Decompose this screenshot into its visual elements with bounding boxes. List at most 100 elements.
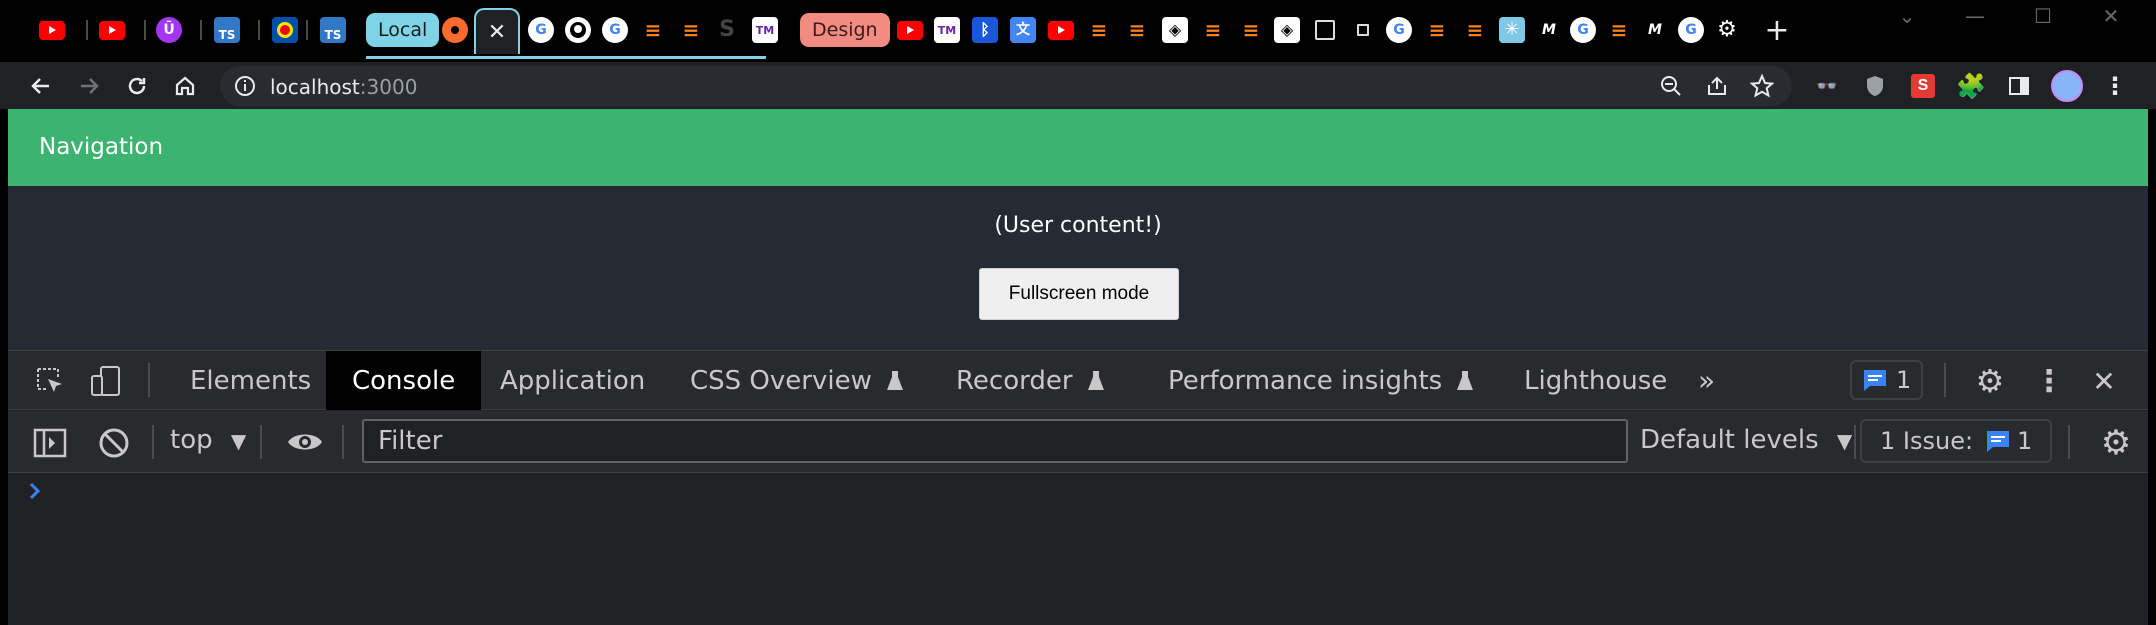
messages-badge[interactable]: 1 [1850, 360, 1924, 400]
info-icon[interactable] [234, 75, 256, 97]
dropdown-triangle-icon: ▼ [230, 429, 247, 453]
side-panel-button[interactable] [2002, 69, 2036, 103]
tab-stackoverflow-3[interactable]: ≡ [1084, 12, 1114, 48]
minimize-icon[interactable]: — [1950, 0, 2000, 32]
tab-s-site[interactable]: S [712, 12, 742, 48]
tab-group-local[interactable]: Local [366, 13, 440, 47]
tab-stackoverflow-4[interactable]: ≡ [1122, 12, 1152, 48]
tab-group-design[interactable]: Design [800, 13, 890, 47]
console-settings-button[interactable]: ⚙ [2096, 423, 2136, 463]
filter-input[interactable] [362, 419, 1628, 463]
tab-bluetooth[interactable]: ᛒ [970, 12, 1000, 48]
tab-console[interactable]: Console [326, 351, 482, 410]
tab-elements[interactable]: Elements [190, 351, 311, 410]
puzzle-icon: 🧩 [1956, 72, 1986, 100]
tab-youtube-1[interactable] [36, 12, 68, 48]
device-icon [91, 366, 120, 396]
close-devtools-button[interactable]: ✕ [2086, 363, 2122, 399]
tab-medium-2[interactable]: M [1640, 12, 1670, 48]
tab-stackoverflow-8[interactable]: ≡ [1460, 12, 1490, 48]
tab-typescript-2[interactable]: TS [318, 12, 348, 48]
zoom-out-icon[interactable] [1660, 75, 1682, 97]
tab-search-icon[interactable]: ⌄ [1882, 0, 1932, 32]
log-levels-dropdown[interactable]: Default levels ▼ [1640, 425, 1852, 455]
profile-button[interactable] [2050, 69, 2084, 103]
home-button[interactable] [168, 69, 202, 103]
extension-ublock[interactable] [1858, 69, 1892, 103]
tab-typescript-1[interactable]: TS [212, 12, 242, 48]
stackoverflow-icon: ≡ [1204, 18, 1222, 42]
extension-glasses[interactable]: 👓 [1810, 69, 1844, 103]
tab-blank-2[interactable] [1348, 12, 1378, 48]
tab-google-1[interactable]: G [526, 12, 556, 48]
close-tab-icon[interactable]: ✕ [488, 20, 506, 45]
tab-stackoverflow-2[interactable]: ≡ [676, 12, 706, 48]
inspect-element-button[interactable] [32, 363, 68, 399]
tab-codepen-1[interactable]: ◈ [1160, 12, 1190, 48]
issues-badge[interactable]: 1 Issue: 1 [1860, 419, 2053, 463]
forward-button[interactable] [72, 69, 106, 103]
messages-count: 1 [1896, 366, 1912, 394]
tab-stackoverflow-1[interactable]: ≡ [638, 12, 668, 48]
star-icon[interactable] [1750, 74, 1774, 98]
live-expression-button[interactable] [284, 423, 326, 461]
console-prompt[interactable] [28, 481, 42, 506]
tab-gitbook[interactable] [440, 12, 470, 48]
tab-stackoverflow-7[interactable]: ≡ [1422, 12, 1452, 48]
new-tab-button[interactable]: + [1760, 12, 1794, 48]
tab-google-5[interactable]: G [1676, 12, 1706, 48]
issues-count: 1 [2017, 427, 2033, 455]
tab-application[interactable]: Application [500, 351, 645, 410]
maximize-icon[interactable]: ☐ [2018, 0, 2068, 32]
tab-settings[interactable]: ⚙ [1712, 12, 1742, 48]
plus-icon: + [1764, 12, 1790, 48]
google-icon: G [1678, 17, 1704, 43]
sidebar-toggle-button[interactable] [32, 425, 68, 461]
tab-blank-1[interactable] [1310, 12, 1340, 48]
reload-button[interactable] [120, 69, 154, 103]
tab-udemy[interactable]: Ū [154, 12, 184, 48]
tab-css-overview[interactable]: CSS Overview [690, 351, 904, 410]
tab-google-2[interactable]: G [600, 12, 630, 48]
tab-youtube-3[interactable] [895, 12, 925, 48]
more-tabs-chevron-icon[interactable]: » [1698, 351, 1715, 410]
tab-tm-2[interactable]: TM [932, 12, 962, 48]
fullscreen-button[interactable]: Fullscreen mode [979, 268, 1179, 320]
tab-active-localhost[interactable]: ✕ [474, 8, 520, 54]
tab-css-overview-label: CSS Overview [690, 365, 872, 396]
tab-recorder[interactable]: Recorder [956, 351, 1105, 410]
extensions-button[interactable]: 🧩 [1954, 69, 1988, 103]
menu-button[interactable]: ⋮ [2098, 69, 2132, 103]
tab-lighthouse[interactable]: Lighthouse [1524, 351, 1667, 410]
more-options-button[interactable]: ⋮ [2034, 363, 2064, 399]
tab-sparkle[interactable]: ✳ [1497, 12, 1527, 48]
tab-github[interactable] [563, 12, 593, 48]
tab-medium-1[interactable]: M [1534, 12, 1564, 48]
tab-performance-insights[interactable]: Performance insights [1168, 351, 1474, 410]
share-icon[interactable] [1706, 75, 1728, 97]
tab-stackoverflow-6[interactable]: ≡ [1236, 12, 1266, 48]
close-window-icon[interactable]: ✕ [2086, 0, 2136, 32]
settings-button[interactable]: ⚙ [1972, 363, 2008, 399]
tab-translate[interactable]: 文 [1008, 12, 1038, 48]
stackoverflow-icon: ≡ [1128, 18, 1146, 42]
address-bar[interactable]: localhost:3000 [220, 66, 1792, 106]
tab-stackoverflow-9[interactable]: ≡ [1604, 12, 1634, 48]
tab-lidl[interactable] [270, 12, 300, 48]
tab-codepen-2[interactable]: ◈ [1272, 12, 1302, 48]
tab-youtube-4[interactable] [1046, 12, 1076, 48]
clear-console-icon [99, 428, 129, 458]
extension-s[interactable]: S [1906, 69, 1940, 103]
tab-google-4[interactable]: G [1568, 12, 1598, 48]
tab-tm-1[interactable]: TM [750, 12, 780, 48]
tab-strip: Ū TS TS Local ✕ G G ≡ ≡ S TM Design TM ᛒ… [0, 0, 2156, 62]
stackoverflow-icon: ≡ [1610, 18, 1628, 42]
tab-stackoverflow-5[interactable]: ≡ [1198, 12, 1228, 48]
clear-console-button[interactable] [96, 425, 132, 461]
back-button[interactable] [24, 69, 58, 103]
context-selector[interactable]: top ▼ [170, 425, 246, 455]
side-panel-icon [2009, 77, 2029, 95]
tab-youtube-2[interactable] [96, 12, 128, 48]
device-toolbar-button[interactable] [88, 363, 124, 399]
tab-google-3[interactable]: G [1384, 12, 1414, 48]
